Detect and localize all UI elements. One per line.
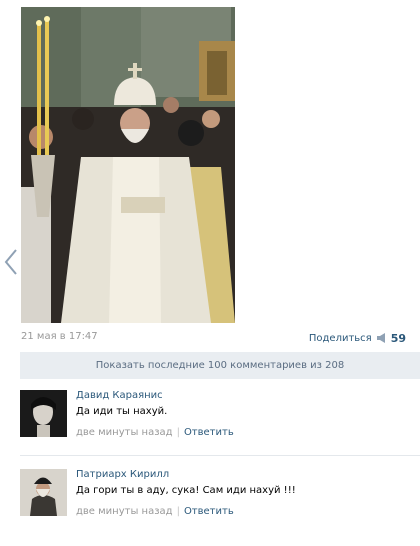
comment-text: Да иди ты нахуй. — [76, 406, 168, 417]
reply-button[interactable]: Ответить — [184, 506, 234, 517]
share-button[interactable]: Поделиться — [309, 333, 372, 344]
comment-info: две минуты назад | Ответить — [76, 427, 234, 438]
megaphone-icon[interactable] — [376, 333, 387, 343]
share-group: Поделиться 59 — [309, 331, 406, 345]
comment-divider — [20, 455, 420, 456]
separator: | — [176, 427, 180, 438]
avatar[interactable] — [20, 469, 67, 516]
comment-author[interactable]: Патриарх Кирилл — [76, 469, 169, 480]
post-date: 21 мая в 17:47 — [21, 331, 98, 342]
separator: | — [176, 506, 180, 517]
comment-time[interactable]: две минуты назад — [76, 427, 173, 438]
comment-author[interactable]: Давид Караянис — [76, 390, 163, 401]
post-photo[interactable] — [21, 7, 235, 323]
reply-button[interactable]: Ответить — [184, 427, 234, 438]
avatar[interactable] — [20, 390, 67, 437]
arrow-left-icon[interactable] — [3, 248, 19, 276]
comment-time[interactable]: две минуты назад — [76, 506, 173, 517]
like-count[interactable]: 59 — [391, 332, 406, 345]
post-meta: 21 мая в 17:47 Поделиться 59 — [21, 331, 414, 345]
show-comments-button[interactable]: Показать последние 100 комментариев из 2… — [20, 352, 420, 379]
comment-info: две минуты назад | Ответить — [76, 506, 234, 517]
comment-text: Да гори ты в аду, сука! Сам иди нахуй !!… — [76, 485, 296, 496]
